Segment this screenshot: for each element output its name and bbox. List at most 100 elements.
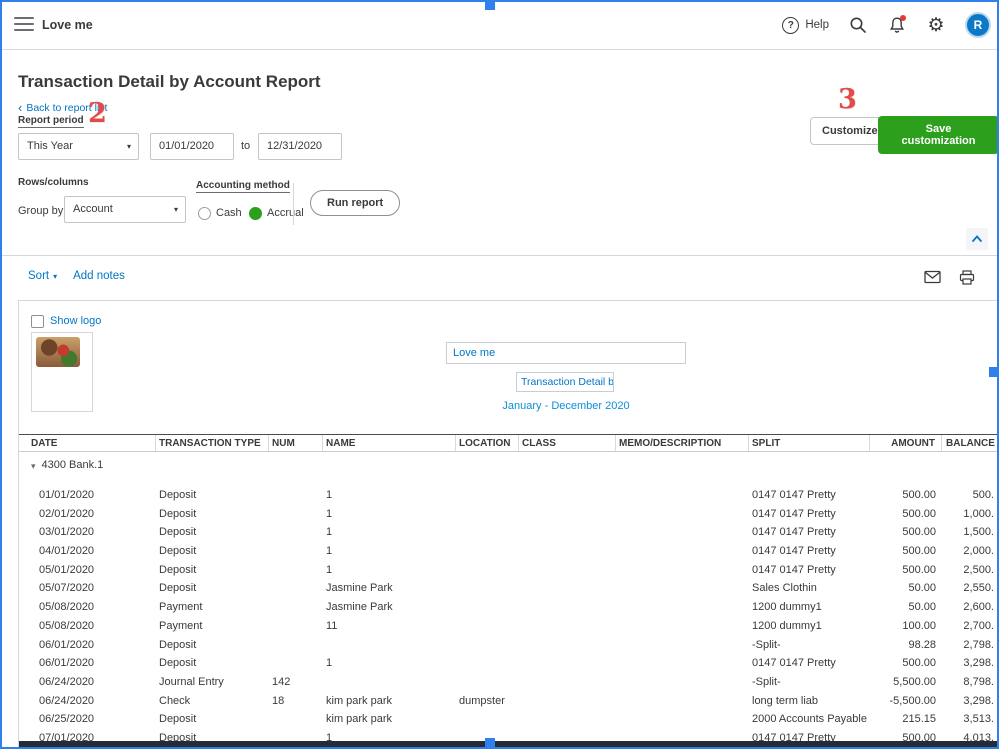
cash-radio[interactable] <box>198 207 211 220</box>
help-button[interactable]: ? Help <box>782 16 829 34</box>
table-cell: 1 <box>326 526 333 539</box>
column-header[interactable]: BALANCE <box>942 435 998 451</box>
table-cell <box>269 710 323 729</box>
table-row[interactable]: 05/08/2020 Payment 11 1200 dummy1 100.00 2,70… <box>19 617 998 636</box>
table-cell <box>616 654 749 673</box>
group-by-select[interactable]: Account ▾ <box>64 196 186 223</box>
report-company-name-field[interactable]: Love me <box>446 342 686 364</box>
selection-handle-right[interactable] <box>989 367 999 377</box>
hamburger-menu-icon[interactable] <box>14 17 34 33</box>
table-cell: 04/01/2020 <box>39 545 95 558</box>
account-group-row[interactable]: ▾ 4300 Bank.1 <box>19 452 998 486</box>
table-cell: Deposit <box>159 657 197 670</box>
table-cell <box>269 636 323 655</box>
table-cell: 11 <box>326 619 338 632</box>
table-row[interactable]: 02/01/2020 Deposit 1 0147 0147 Pretty 500.00… <box>19 505 998 524</box>
table-row[interactable]: 06/01/2020 Deposit 1 0147 0147 Pretty 500.00… <box>19 654 998 673</box>
column-header[interactable]: NAME <box>323 435 456 451</box>
annotation-step-3: 3 <box>838 84 857 115</box>
table-cell <box>269 617 323 636</box>
add-notes-link[interactable]: Add notes <box>73 270 125 282</box>
table-row[interactable]: 06/01/2020 Deposit -Split- 98.28 2,798. <box>19 636 998 655</box>
table-cell: 05/08/2020 <box>39 601 95 614</box>
table-cell: 1,000. <box>963 507 994 520</box>
table-row[interactable]: 06/25/2020 Deposit kim park park 2000 Accou… <box>19 710 998 729</box>
table-cell: 500.00 <box>902 657 936 670</box>
table-row[interactable]: 06/24/2020 Check 18 kim park park dumpster lo… <box>19 692 998 711</box>
table-cell <box>323 636 456 655</box>
accounting-method-label: Accounting method <box>196 180 290 193</box>
table-cell: 2000 Accounts Payable <box>752 713 867 726</box>
table-cell <box>269 542 323 561</box>
table-cell <box>269 523 323 542</box>
table-cell: long term liab <box>752 694 819 707</box>
collapse-controls-button[interactable] <box>966 228 988 250</box>
table-cell <box>456 486 519 505</box>
table-cell <box>456 654 519 673</box>
show-logo-checkbox[interactable] <box>31 315 44 328</box>
email-icon[interactable] <box>922 267 942 287</box>
help-label: Help <box>805 19 829 31</box>
table-cell: 8,798. <box>963 675 994 688</box>
date-to-input[interactable]: 12/31/2020 <box>258 133 342 160</box>
search-icon[interactable] <box>848 15 868 35</box>
settings-gear-icon[interactable]: ⚙ <box>926 15 946 35</box>
notifications-bell-icon[interactable] <box>887 15 907 35</box>
table-cell <box>519 598 616 617</box>
table-row[interactable]: 03/01/2020 Deposit 1 0147 0147 Pretty 500.00… <box>19 523 998 542</box>
report-period-select[interactable]: This Year ▾ <box>18 133 139 160</box>
column-header[interactable]: LOCATION <box>456 435 519 451</box>
table-cell <box>456 561 519 580</box>
account-group-label: 4300 Bank.1 <box>41 459 104 471</box>
table-row[interactable]: 05/08/2020 Payment Jasmine Park 1200 dummy1… <box>19 598 998 617</box>
column-header[interactable]: NUM <box>269 435 323 451</box>
user-avatar[interactable]: R <box>965 12 991 38</box>
table-cell: 2,550. <box>963 582 994 595</box>
table-cell: kim park park <box>326 713 393 726</box>
column-header[interactable]: SPLIT <box>749 435 870 451</box>
table-row[interactable]: 01/01/2020 Deposit 1 0147 0147 Pretty 500.00… <box>19 486 998 505</box>
table-cell: 06/24/2020 <box>39 675 95 688</box>
column-header[interactable]: TRANSACTION TYPE <box>156 435 269 451</box>
accrual-radio[interactable] <box>249 207 262 220</box>
table-row[interactable]: 04/01/2020 Deposit 1 0147 0147 Pretty 500.00… <box>19 542 998 561</box>
sort-menu[interactable]: Sort ▾ <box>28 270 57 282</box>
save-customization-button[interactable]: Save customization <box>878 116 999 154</box>
report-period-text: January - December 2020 <box>502 400 630 412</box>
table-cell: 2,000. <box>963 545 994 558</box>
table-cell <box>456 542 519 561</box>
column-header[interactable]: DATE <box>19 435 156 451</box>
run-report-button[interactable]: Run report <box>310 190 401 216</box>
table-row[interactable]: 05/07/2020 Deposit Jasmine Park Sales Cloth… <box>19 579 998 598</box>
table-cell <box>616 636 749 655</box>
table-cell: 5,500.00 <box>893 675 936 688</box>
table-cell <box>269 486 323 505</box>
table-cell: 06/01/2020 <box>39 657 95 670</box>
table-cell: 0147 0147 Pretty <box>752 507 836 520</box>
report-title-field[interactable]: Transaction Detail by Ac <box>516 372 614 392</box>
table-cell: 1 <box>326 657 333 670</box>
selection-handle-top[interactable] <box>485 0 495 10</box>
table-cell <box>519 579 616 598</box>
table-row[interactable]: 05/01/2020 Deposit 1 0147 0147 Pretty 500.00… <box>19 561 998 580</box>
table-cell <box>616 598 749 617</box>
table-cell: 500.00 <box>902 489 936 501</box>
print-icon[interactable] <box>957 267 977 287</box>
column-header[interactable]: AMOUNT <box>870 435 942 451</box>
show-logo-label[interactable]: Show logo <box>50 315 101 327</box>
table-row[interactable]: 06/24/2020 Journal Entry 142 -Split- 5,500.0… <box>19 673 998 692</box>
table-cell: 1200 dummy1 <box>752 619 822 632</box>
topbar-actions: ? Help ⚙ R <box>782 0 991 50</box>
table-cell <box>616 617 749 636</box>
date-from-input[interactable]: 01/01/2020 <box>150 133 234 160</box>
column-header[interactable]: CLASS <box>519 435 616 451</box>
selection-handle-bottom[interactable] <box>485 738 495 748</box>
column-header[interactable]: MEMO/DESCRIPTION <box>616 435 749 451</box>
collapse-group-icon[interactable]: ▾ <box>31 459 36 473</box>
table-cell: 0147 0147 Pretty <box>752 545 836 558</box>
table-cell: 3,513. <box>963 713 994 726</box>
table-cell <box>456 673 519 692</box>
table-cell: 06/24/2020 <box>39 694 95 707</box>
table-cell: 0147 0147 Pretty <box>752 657 836 670</box>
annotation-step-2: 2 <box>88 98 107 129</box>
